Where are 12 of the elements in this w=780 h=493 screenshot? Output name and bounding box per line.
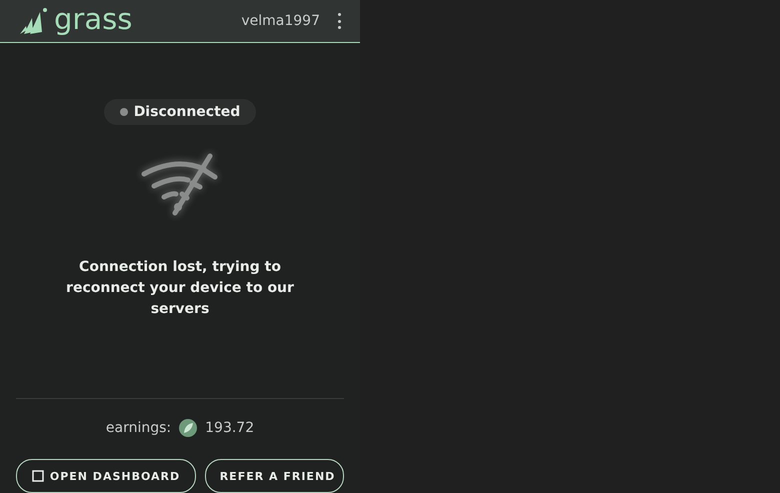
logo-icon	[18, 6, 48, 36]
dashboard-button[interactable]: OPEN DASHBOARD	[16, 459, 196, 493]
logo-text: grass	[54, 4, 132, 34]
earnings-label: earnings:	[106, 420, 172, 436]
username: velma1997	[241, 13, 320, 29]
menu-icon[interactable]	[336, 13, 342, 29]
status-badge: Disconnected	[104, 99, 256, 125]
refer-button[interactable]: REFER A FRIEND	[205, 459, 344, 493]
leaf-coin-icon	[179, 419, 198, 437]
square-icon	[32, 470, 44, 482]
earnings-value: 193.72	[205, 420, 254, 436]
status-message: Connection lost, trying to reconnect your device to our servers	[65, 258, 295, 319]
